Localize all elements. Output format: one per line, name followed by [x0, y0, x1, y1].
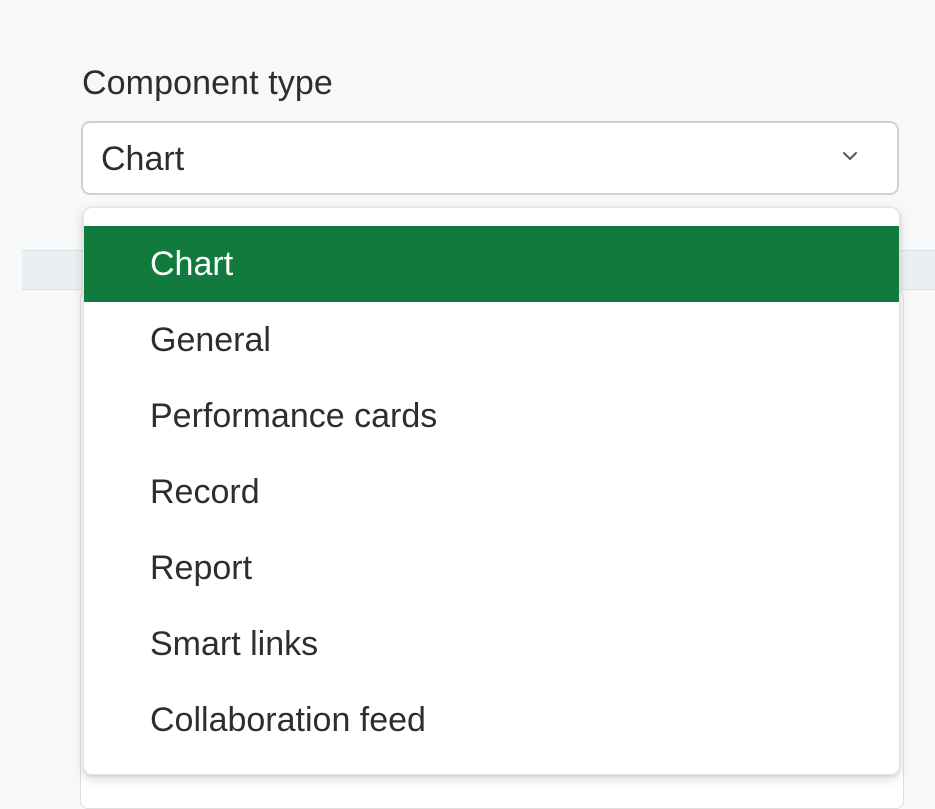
option-performance-cards[interactable]: Performance cards: [84, 378, 899, 454]
component-type-label: Component type: [82, 64, 333, 102]
option-general[interactable]: General: [84, 302, 899, 378]
chevron-down-icon: [843, 152, 857, 160]
component-type-dropdown-menu: Chart General Performance cards Record R…: [83, 207, 900, 775]
option-chart[interactable]: Chart: [84, 226, 899, 302]
option-collaboration-feed[interactable]: Collaboration feed: [84, 682, 899, 758]
option-list: Chart General Performance cards Record R…: [84, 226, 899, 758]
option-report[interactable]: Report: [84, 530, 899, 606]
option-smart-links[interactable]: Smart links: [84, 606, 899, 682]
component-type-select[interactable]: Chart: [81, 121, 899, 195]
option-record[interactable]: Record: [84, 454, 899, 530]
select-current-value: Chart: [101, 140, 185, 178]
